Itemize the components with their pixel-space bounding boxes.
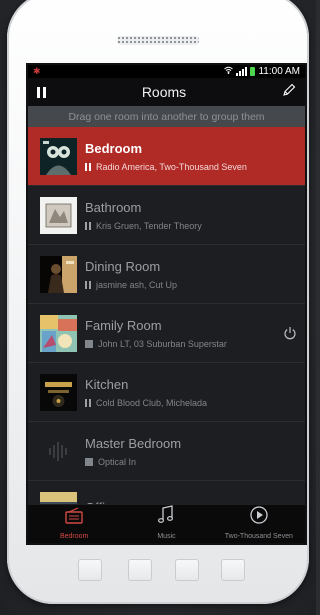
room-dining-room[interactable]: Dining Room jasmine ash, Cut Up: [28, 245, 305, 304]
wifi-icon: [224, 66, 234, 77]
pause-icon: [85, 221, 91, 230]
battery-icon: [250, 67, 256, 76]
play-circle-icon: [249, 505, 269, 530]
pause-icon: [85, 398, 91, 407]
app-header: Rooms: [28, 78, 305, 106]
room-family-room[interactable]: Family Room John LT, 03 Suburban Superst…: [28, 304, 305, 363]
room-bedroom[interactable]: Bedroom Radio America, Two-Thousand Seve…: [28, 127, 305, 186]
status-bar: ✱ 11:00 AM: [28, 65, 305, 78]
group-hint: Drag one room into another to group them: [28, 106, 305, 127]
room-name: Kitchen: [85, 376, 129, 392]
room-name: Bedroom: [85, 140, 143, 156]
room-name: Bathroom: [85, 199, 142, 215]
hardware-back-button[interactable]: [175, 559, 199, 581]
now-playing-text: jasmine ash, Cut Up: [96, 279, 178, 290]
power-icon[interactable]: [283, 326, 296, 340]
background: ✱ 11:00 AM Rooms Drag one room into anot…: [0, 0, 316, 615]
album-art-figure-icon: [40, 255, 77, 293]
tab-label: Two-Thousand Seven: [224, 533, 293, 540]
status-time: 11:00 AM: [258, 66, 300, 77]
now-playing-text: John LT, 03 Suburban Superstar: [98, 338, 227, 349]
pause-icon: [85, 162, 91, 171]
hardware-search-button[interactable]: [221, 559, 245, 581]
room-bathroom[interactable]: Bathroom Kris Gruen, Tender Theory: [28, 186, 305, 245]
phone-frame: ✱ 11:00 AM Rooms Drag one room into anot…: [7, 0, 309, 604]
room-name: Family Room: [85, 317, 162, 333]
app-notification-icon: ✱: [33, 66, 41, 76]
now-playing-text: Kris Gruen, Tender Theory: [96, 220, 202, 231]
bottom-tab-bar: Bedroom Music Two-Thousand Seven: [28, 504, 305, 543]
stop-icon: [85, 339, 93, 348]
album-art-sketch-icon: [40, 196, 77, 234]
now-playing-text: Optical In: [98, 456, 137, 467]
room-name: Dining Room: [85, 258, 161, 274]
speaker-icon: [63, 507, 85, 530]
tab-label: Music: [157, 533, 176, 540]
tab-rooms[interactable]: Bedroom: [28, 505, 120, 543]
album-art-dark-icon: [40, 373, 77, 411]
now-playing-text: Cold Blood Club, Michelada: [96, 397, 208, 408]
earpiece-speaker: [117, 36, 199, 45]
album-art-collage-icon: [40, 314, 77, 352]
tab-music[interactable]: Music: [120, 505, 212, 543]
page-title: Rooms: [141, 84, 187, 100]
pause-icon: [85, 280, 91, 289]
pause-all-button[interactable]: [37, 86, 46, 98]
tab-label: Bedroom: [59, 533, 89, 540]
music-note-icon: [156, 505, 176, 530]
edit-pencil-icon[interactable]: [282, 83, 296, 102]
hardware-menu-button[interactable]: [78, 559, 102, 581]
tab-now-playing[interactable]: Two-Thousand Seven: [213, 505, 305, 543]
now-playing-text: Radio America, Two-Thousand Seven: [96, 161, 247, 172]
stop-icon: [85, 457, 93, 466]
album-art-owl-icon: [40, 137, 77, 175]
app-screen: ✱ 11:00 AM Rooms Drag one room into anot…: [28, 65, 305, 543]
waveform-icon: [40, 432, 77, 470]
rooms-list: Bedroom Radio America, Two-Thousand Seve…: [28, 127, 305, 540]
room-master-bedroom[interactable]: Master Bedroom Optical In: [28, 422, 305, 481]
room-kitchen[interactable]: Kitchen Cold Blood Club, Michelada: [28, 363, 305, 422]
room-name: Master Bedroom: [85, 435, 182, 451]
signal-icon: [236, 67, 248, 76]
hardware-home-button[interactable]: [128, 559, 152, 581]
